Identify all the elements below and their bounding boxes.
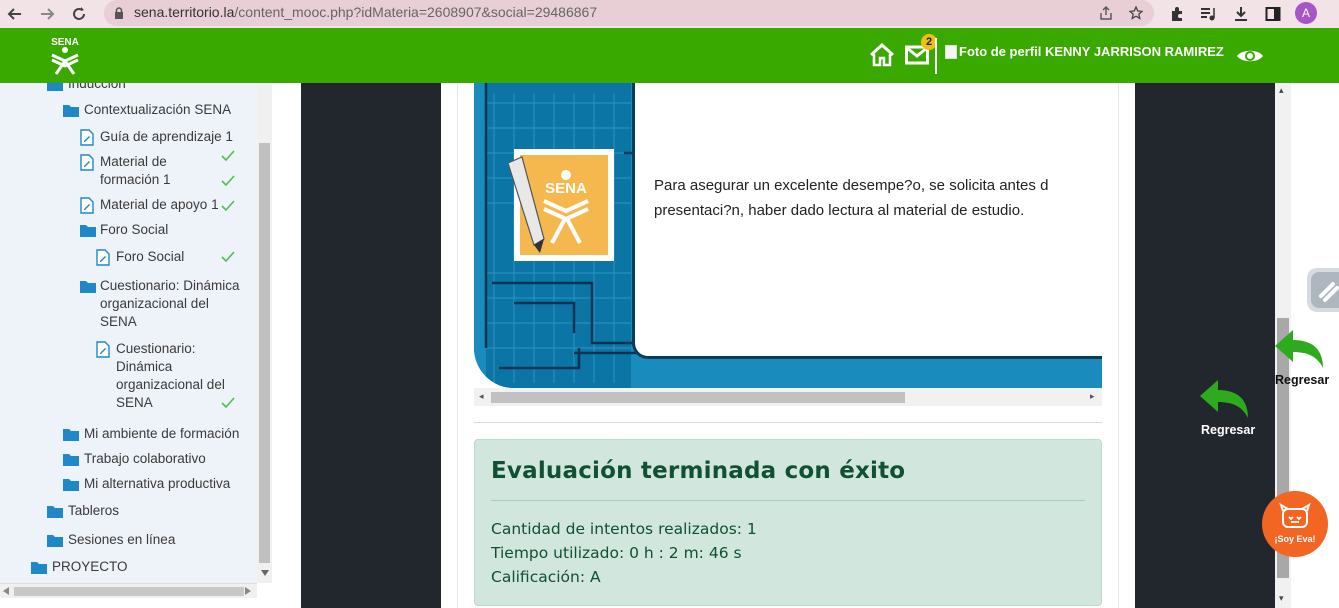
sidebar-item-induccion[interactable]: Inducción: [68, 83, 126, 93]
sidebar-footer: [0, 598, 272, 608]
sidebar-item-material-formacion[interactable]: Material de formación 1: [100, 153, 171, 189]
sidebar-item-foro-social[interactable]: Foro Social: [116, 248, 184, 266]
folder-icon: [47, 506, 63, 518]
attempts-count: Cantidad de intentos realizados: 1: [491, 520, 757, 538]
sidebar-item-contextualizacion[interactable]: Contextualización SENA: [84, 101, 231, 119]
sidebar-item-sesiones[interactable]: Sesiones en línea: [68, 531, 175, 549]
left-gutter: [301, 83, 441, 608]
profile-avatar[interactable]: A: [1295, 2, 1317, 24]
sidebar-item-cuestionario-folder[interactable]: Cuestionario: Dinámica organizacional de…: [100, 277, 240, 331]
folder-icon: [63, 105, 79, 117]
sidepanel-icon[interactable]: [1261, 2, 1285, 26]
sidebar-item-proyecto[interactable]: PROYECTO: [52, 558, 128, 576]
folder-icon: [47, 535, 63, 547]
result-title: Evaluación terminada con éxito: [491, 458, 906, 484]
divider: [474, 422, 1102, 423]
scroll-up-arrow-icon[interactable]: ▴: [1279, 85, 1284, 96]
sidebar-item-cuestionario-doc[interactable]: Cuestionario: Dinámica organizacional de…: [116, 340, 225, 412]
extensions-icon[interactable]: [1165, 2, 1189, 26]
document-icon: [96, 249, 110, 266]
scroll-down-arrow-icon[interactable]: [261, 570, 269, 576]
scroll-left-arrow-icon[interactable]: [3, 587, 9, 595]
sidebar-vertical-scrollbar[interactable]: [257, 83, 272, 583]
scrollbar-thumb[interactable]: [14, 587, 244, 596]
grade: Calificación: A: [491, 568, 601, 586]
folder-icon: [63, 454, 79, 466]
sidebar-item-trabajo[interactable]: Trabajo colaborativo: [84, 450, 206, 468]
svg-text:SENA: SENA: [545, 180, 587, 197]
slide-text: Para asegurar un excelente desempe?o, se…: [654, 177, 1049, 219]
completed-check-icon: [221, 397, 235, 409]
address-bar[interactable]: sena.territorio.la/content_mooc.php?idMa…: [104, 0, 1154, 26]
reload-icon[interactable]: [67, 2, 91, 26]
sena-notebook-icon: SENA: [508, 149, 614, 261]
download-icon[interactable]: [1229, 2, 1253, 26]
eye-icon[interactable]: [1236, 47, 1264, 70]
evaluation-result: Evaluación terminada con éxito Cantidad …: [474, 439, 1102, 606]
document-icon: [80, 129, 94, 146]
header-divider: [935, 38, 937, 74]
home-icon[interactable]: [869, 42, 895, 72]
media-icon[interactable]: [1196, 2, 1220, 26]
document-icon: [80, 197, 94, 214]
scroll-down-arrow-icon[interactable]: ▾: [1279, 593, 1284, 604]
scrollbar-thumb[interactable]: [491, 392, 905, 403]
folder-icon: [80, 225, 96, 237]
regresar-button-2[interactable]: Regresar: [1201, 423, 1255, 437]
broken-image-icon: [945, 44, 957, 59]
profile-photo[interactable]: Foto de perfil KENNY JARRISON RAMIREZ: [945, 44, 1224, 59]
folder-icon: [47, 83, 63, 91]
course-tree: Inducción Contextualización SENA Guía de…: [0, 83, 257, 583]
sidebar-item-guia[interactable]: Guía de aprendizaje 1: [100, 128, 233, 146]
sidebar-item-material-apoyo[interactable]: Material de apoyo 1: [100, 196, 219, 214]
sena-logo[interactable]: SENA: [44, 33, 86, 75]
sidebar-item-ambiente[interactable]: Mi ambiente de formación: [84, 425, 239, 443]
scrollbar-thumb[interactable]: [259, 143, 270, 563]
eva-label: ¡Soy Eva!: [1274, 534, 1316, 544]
folder-icon: [63, 429, 79, 441]
document-icon: [96, 341, 110, 358]
time-used: Tiempo utilizado: 0 h : 2 m: 46 s: [491, 544, 742, 562]
scroll-right-arrow-icon[interactable]: ▸: [1090, 391, 1095, 402]
completed-check-icon: [221, 150, 235, 162]
result-divider: [491, 500, 1085, 501]
folder-icon: [31, 562, 47, 574]
share-icon[interactable]: [1096, 3, 1116, 23]
browser-toolbar: sena.territorio.la/content_mooc.php?idMa…: [0, 0, 1339, 28]
regresar-button-1[interactable]: Regresar: [1275, 373, 1329, 387]
slide-horizontal-scrollbar[interactable]: ◂ ▸: [474, 388, 1102, 406]
star-icon[interactable]: [1126, 3, 1146, 23]
completed-check-icon: [221, 175, 235, 187]
forward-icon[interactable]: [35, 2, 59, 26]
sidebar-item-foro-folder[interactable]: Foro Social: [100, 221, 168, 239]
url-text: sena.territorio.la/content_mooc.php?idMa…: [134, 4, 598, 20]
back-icon[interactable]: [3, 2, 27, 26]
eva-chat-bot[interactable]: ¡Soy Eva!: [1262, 491, 1328, 557]
back-arrow-icon[interactable]: [1273, 328, 1325, 377]
scroll-right-arrow-icon[interactable]: [245, 587, 251, 595]
extension-icon[interactable]: [1311, 272, 1339, 308]
folder-icon: [80, 281, 96, 293]
eva-face-icon: [1279, 503, 1311, 528]
completed-check-icon: [221, 200, 235, 212]
sidebar-item-alternativa[interactable]: Mi alternativa productiva: [84, 475, 230, 493]
floating-extension-tab[interactable]: [1307, 268, 1339, 312]
folder-icon: [63, 479, 79, 491]
right-gutter: [1135, 83, 1275, 608]
scroll-left-arrow-icon[interactable]: ◂: [479, 391, 484, 402]
sidebar-item-tableros[interactable]: Tableros: [68, 502, 119, 520]
site-header: SENA 2 Foto de perfil KENNY JARRISON RAM…: [0, 28, 1339, 83]
sidebar-horizontal-scrollbar[interactable]: [0, 583, 257, 598]
completed-check-icon: [221, 251, 235, 263]
back-arrow-icon[interactable]: [1198, 378, 1250, 427]
lock-icon[interactable]: [114, 6, 124, 19]
document-icon: [80, 154, 94, 171]
svg-text:SENA: SENA: [51, 37, 79, 48]
profile-label: Foto de perfil KENNY JARRISON RAMIREZ: [959, 44, 1224, 59]
